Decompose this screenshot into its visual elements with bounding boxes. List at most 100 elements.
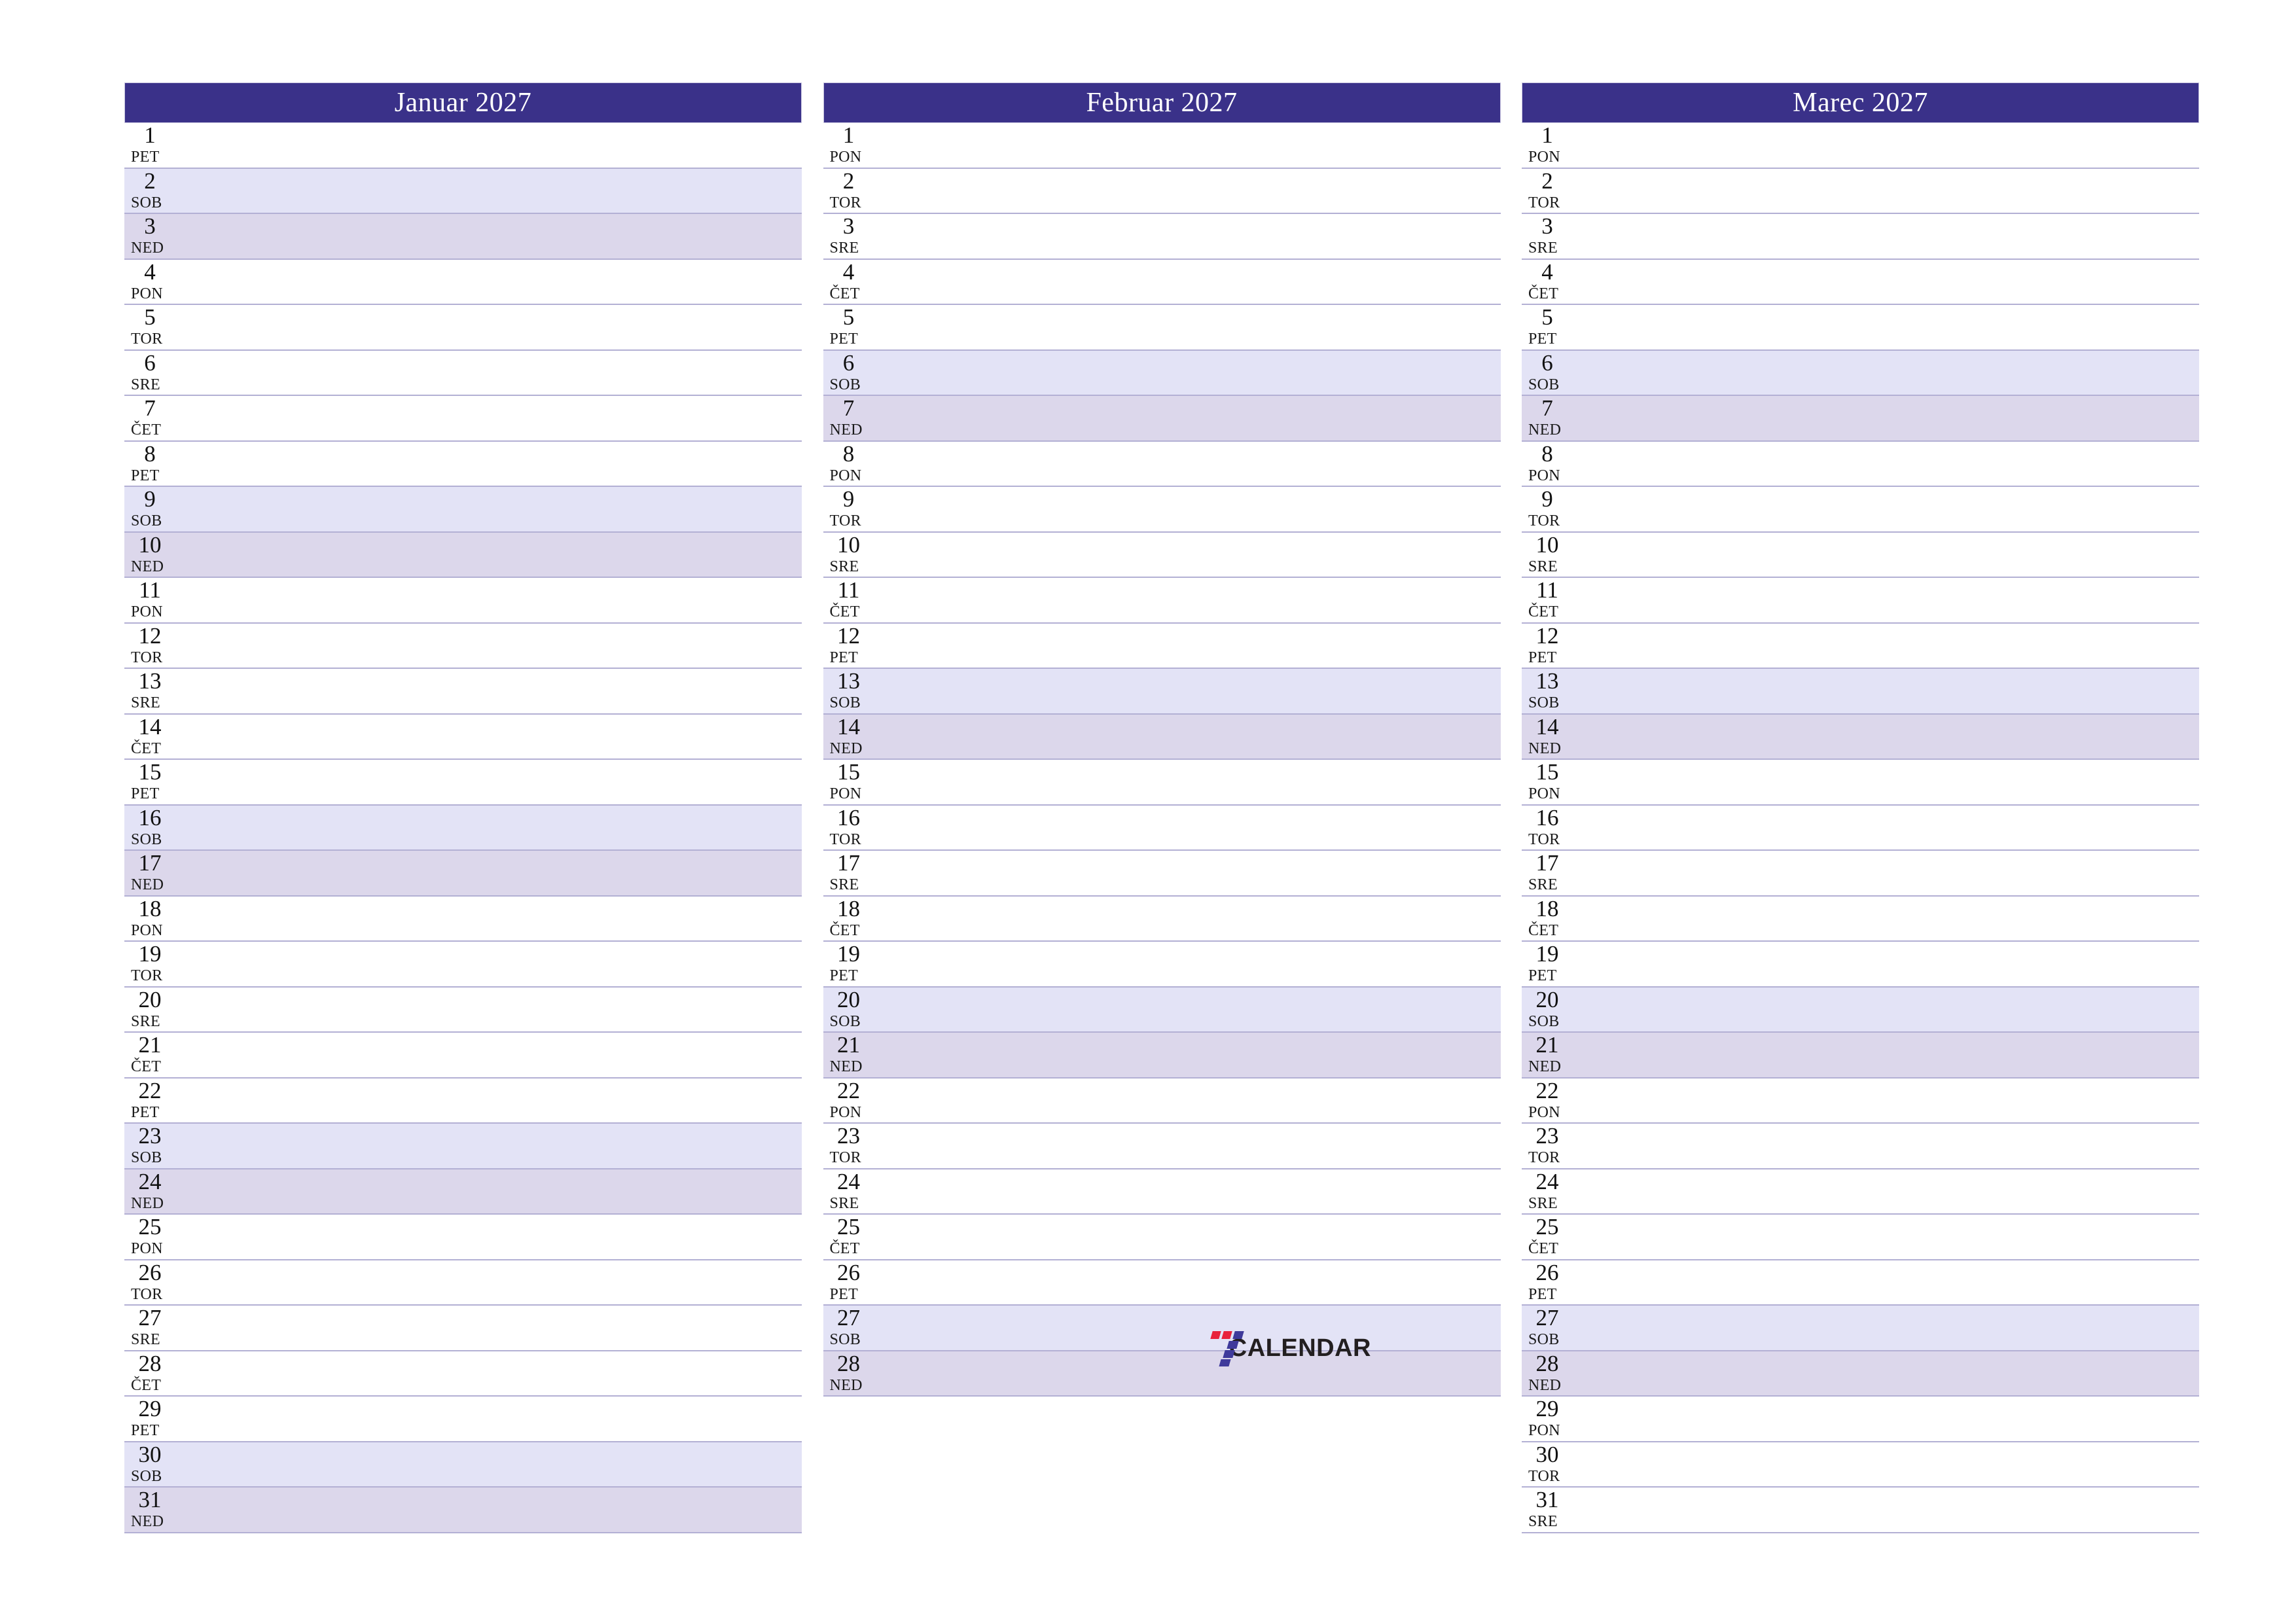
day-row[interactable]: 6 SOB [823,350,1501,396]
day-notes-area[interactable] [1574,351,2199,395]
day-row[interactable]: 27 SOB [823,1306,1501,1351]
day-row[interactable]: 15 PET [124,760,802,806]
day-row[interactable]: 7 ČET [124,396,802,442]
day-row[interactable]: 18 ČET [1522,896,2199,942]
day-notes-area[interactable] [1574,305,2199,349]
day-notes-area[interactable] [177,123,802,168]
day-notes-area[interactable] [177,305,802,349]
day-notes-area[interactable] [177,214,802,259]
day-row[interactable]: 18 PON [124,896,802,942]
day-row[interactable]: 2 TOR [823,168,1501,214]
day-row[interactable]: 13 SOB [823,669,1501,715]
day-notes-area[interactable] [177,487,802,531]
day-notes-area[interactable] [1574,715,2199,759]
day-notes-area[interactable] [177,396,802,440]
day-notes-area[interactable] [177,897,802,941]
day-notes-area[interactable] [876,1124,1501,1168]
day-notes-area[interactable] [876,442,1501,486]
day-notes-area[interactable] [876,123,1501,168]
day-notes-area[interactable] [1574,988,2199,1032]
day-notes-area[interactable] [1574,1124,2199,1168]
day-notes-area[interactable] [177,851,802,895]
day-row[interactable]: 29 PON [1522,1397,2199,1442]
day-row[interactable]: 31 NED [124,1488,802,1533]
day-row[interactable]: 10 SRE [1522,532,2199,578]
day-row[interactable]: 8 PET [124,441,802,487]
day-row[interactable]: 27 SOB [1522,1306,2199,1351]
day-notes-area[interactable] [177,715,802,759]
day-row[interactable]: 10 NED [124,532,802,578]
day-row[interactable]: 22 PON [1522,1078,2199,1124]
day-row[interactable]: 3 SRE [823,214,1501,260]
day-row[interactable]: 13 SRE [124,669,802,715]
day-row[interactable]: 9 SOB [124,487,802,533]
day-notes-area[interactable] [876,260,1501,304]
day-notes-area[interactable] [177,988,802,1032]
day-notes-area[interactable] [177,624,802,668]
day-notes-area[interactable] [1574,1260,2199,1305]
day-notes-area[interactable] [177,669,802,713]
day-notes-area[interactable] [876,851,1501,895]
day-notes-area[interactable] [177,1351,802,1396]
day-notes-area[interactable] [1574,214,2199,259]
day-notes-area[interactable] [876,669,1501,713]
day-row[interactable]: 17 SRE [1522,851,2199,897]
day-notes-area[interactable] [1574,624,2199,668]
day-row[interactable]: 20 SOB [823,987,1501,1033]
day-row[interactable]: 31 SRE [1522,1488,2199,1533]
day-row[interactable]: 3 SRE [1522,214,2199,260]
day-row[interactable]: 14 NED [823,714,1501,760]
day-row[interactable]: 29 PET [124,1397,802,1442]
day-notes-area[interactable] [177,1260,802,1305]
day-notes-area[interactable] [876,305,1501,349]
day-row[interactable]: 8 PON [1522,441,2199,487]
day-row[interactable]: 15 PON [1522,760,2199,806]
day-row[interactable]: 17 SRE [823,851,1501,897]
day-row[interactable]: 12 PET [1522,623,2199,669]
day-notes-area[interactable] [876,487,1501,531]
day-row[interactable]: 9 TOR [1522,487,2199,533]
day-row[interactable]: 16 SOB [124,805,802,851]
day-notes-area[interactable] [177,1442,802,1487]
day-notes-area[interactable] [177,760,802,804]
day-notes-area[interactable] [177,533,802,577]
day-notes-area[interactable] [177,1033,802,1077]
day-row[interactable]: 16 TOR [1522,805,2199,851]
day-row[interactable]: 10 SRE [823,532,1501,578]
day-row[interactable]: 9 TOR [823,487,1501,533]
day-row[interactable]: 28 NED [823,1351,1501,1397]
day-row[interactable]: 26 PET [823,1260,1501,1306]
day-row[interactable]: 18 ČET [823,896,1501,942]
day-notes-area[interactable] [1574,578,2199,622]
day-notes-area[interactable] [876,760,1501,804]
day-notes-area[interactable] [876,396,1501,440]
day-row[interactable]: 23 TOR [823,1124,1501,1169]
day-row[interactable]: 1 PON [823,123,1501,169]
day-row[interactable]: 28 ČET [124,1351,802,1397]
day-notes-area[interactable] [177,1488,802,1532]
day-notes-area[interactable] [876,715,1501,759]
day-notes-area[interactable] [177,1079,802,1123]
day-notes-area[interactable] [177,351,802,395]
day-notes-area[interactable] [1574,760,2199,804]
day-row[interactable]: 19 PET [823,942,1501,988]
day-notes-area[interactable] [876,169,1501,213]
day-notes-area[interactable] [1574,806,2199,850]
day-notes-area[interactable] [177,806,802,850]
day-notes-area[interactable] [876,942,1501,986]
day-notes-area[interactable] [1574,1397,2199,1441]
day-notes-area[interactable] [876,1033,1501,1077]
day-row[interactable]: 1 PON [1522,123,2199,169]
day-notes-area[interactable] [1574,442,2199,486]
day-notes-area[interactable] [1574,1306,2199,1350]
day-row[interactable]: 19 PET [1522,942,2199,988]
day-row[interactable]: 26 TOR [124,1260,802,1306]
day-notes-area[interactable] [1574,487,2199,531]
day-row[interactable]: 21 NED [1522,1033,2199,1079]
day-notes-area[interactable] [1574,669,2199,713]
day-notes-area[interactable] [1574,123,2199,168]
day-row[interactable]: 12 TOR [124,623,802,669]
day-notes-area[interactable] [177,1124,802,1168]
day-row[interactable]: 7 NED [823,396,1501,442]
day-row[interactable]: 28 NED [1522,1351,2199,1397]
